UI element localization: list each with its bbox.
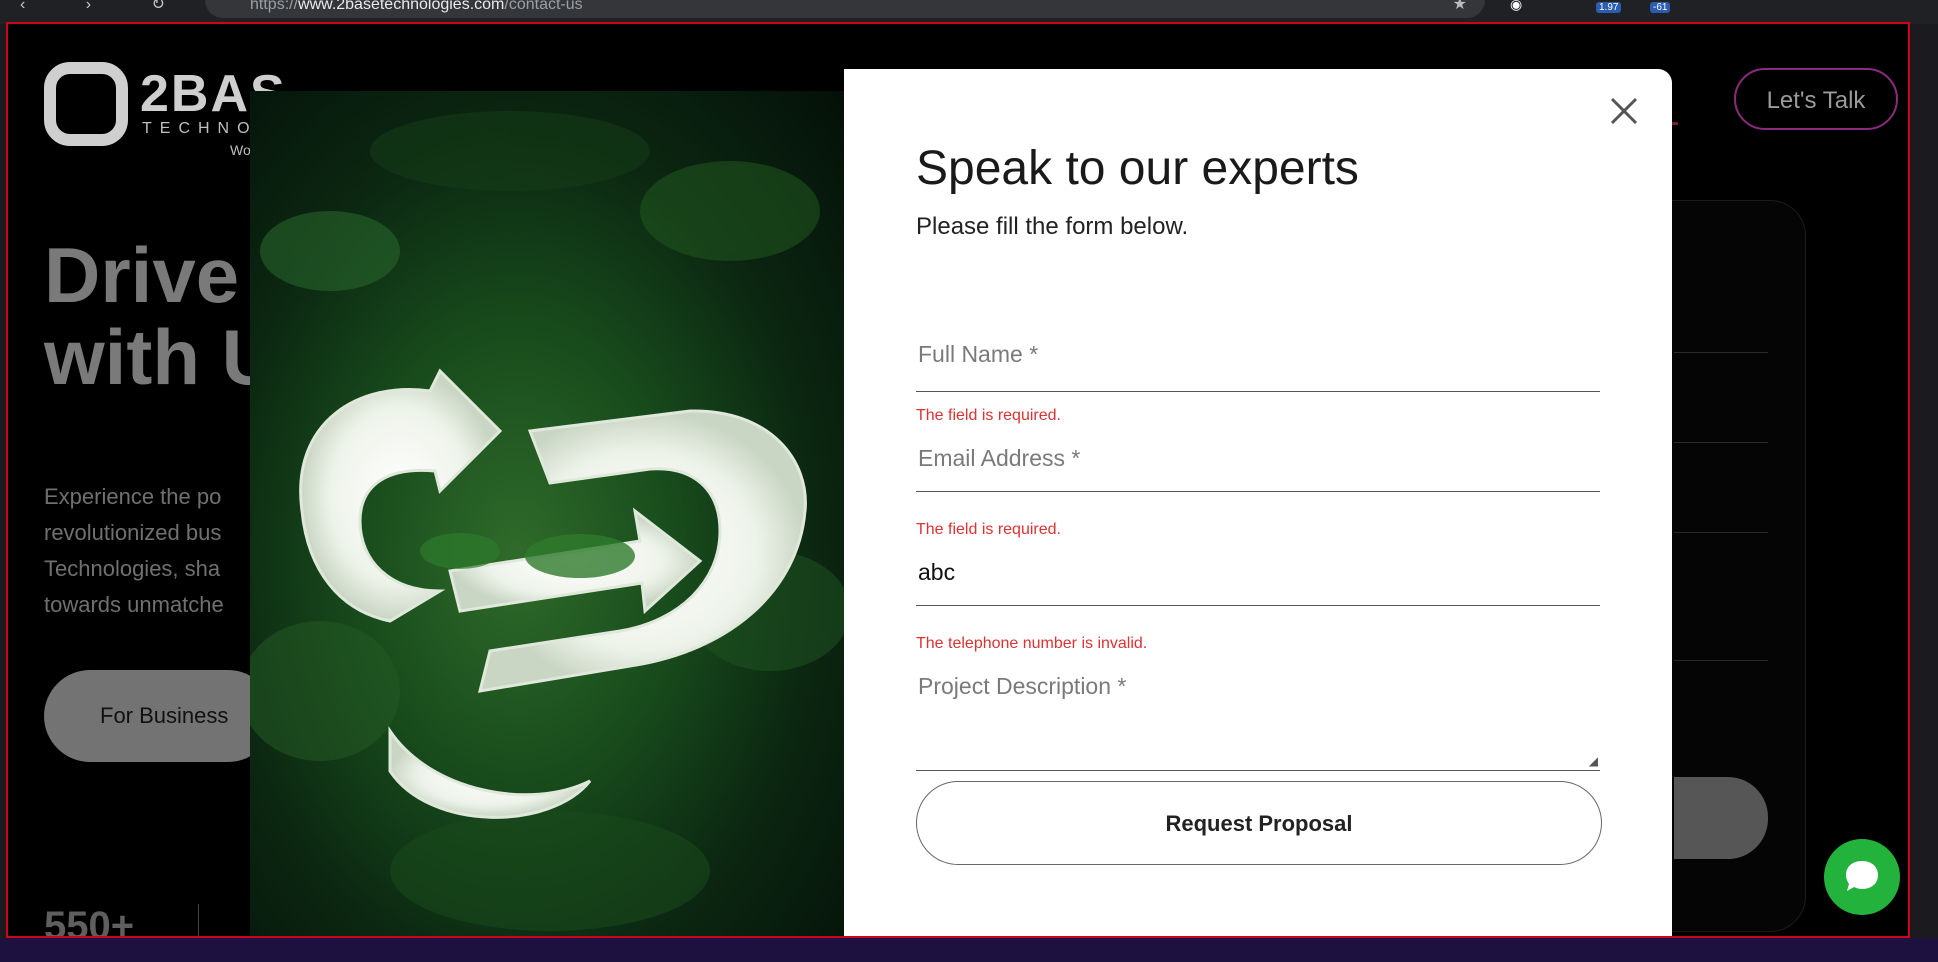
bg-form-field bbox=[1674, 352, 1768, 353]
url-text: https://www.2basetechnologies.com/contac… bbox=[250, 0, 583, 13]
extension-badge: -61 bbox=[1650, 2, 1671, 13]
for-business-button[interactable]: For Business bbox=[44, 670, 274, 762]
brand-logo-image bbox=[250, 91, 844, 936]
full-name-placeholder: Full Name * bbox=[918, 341, 1039, 367]
hero-description: Experience the po revolutionized bus Tec… bbox=[44, 484, 224, 617]
stat-divider bbox=[198, 904, 199, 936]
phone-field[interactable]: abc bbox=[916, 543, 1600, 606]
bg-form-field bbox=[1674, 442, 1768, 443]
browser-toolbar: ‹ › ↻ ⊞ https://www.2basetechnologies.co… bbox=[0, 0, 1938, 24]
resize-grip-icon[interactable]: ◢ bbox=[1589, 754, 1598, 768]
email-error: The field is required. bbox=[916, 521, 1061, 538]
lets-talk-button[interactable]: Let's Talk bbox=[1734, 68, 1898, 130]
hero-title: Drive with U bbox=[44, 231, 278, 401]
logo-mark-icon bbox=[44, 62, 128, 146]
bg-form-submit bbox=[1674, 777, 1768, 859]
phone-value: abc bbox=[918, 559, 956, 585]
bg-form-field bbox=[1674, 660, 1768, 661]
contact-modal: Speak to our experts Please fill the for… bbox=[250, 69, 1672, 936]
project-description-field[interactable]: Project Description * ◢ bbox=[916, 657, 1600, 771]
page-viewport: 2BAS TECHNOLO Wo Drive with U Experience… bbox=[6, 22, 1910, 938]
modal-title: Speak to our experts bbox=[916, 142, 1359, 195]
chat-bubble-button[interactable] bbox=[1824, 839, 1900, 915]
logo-tagline: Wo bbox=[230, 142, 251, 158]
taskbar-strip bbox=[0, 938, 1938, 962]
stat-value: 550+ bbox=[44, 904, 135, 936]
close-icon[interactable] bbox=[1604, 91, 1644, 131]
email-field[interactable]: Email Address * bbox=[916, 429, 1600, 492]
full-name-field[interactable]: Full Name * bbox=[916, 331, 1600, 392]
modal-subtitle: Please fill the form below. bbox=[916, 213, 1189, 240]
project-description-placeholder: Project Description * bbox=[918, 673, 1127, 699]
modal-form-panel: Speak to our experts Please fill the for… bbox=[844, 69, 1672, 936]
extension-badge: 1.97 bbox=[1596, 2, 1622, 13]
address-bar[interactable]: https://www.2basetechnologies.com/contac… bbox=[205, 0, 1485, 18]
full-name-error: The field is required. bbox=[916, 407, 1061, 424]
phone-error: The telephone number is invalid. bbox=[916, 635, 1148, 652]
email-placeholder: Email Address * bbox=[918, 445, 1081, 471]
bookmark-star-icon[interactable]: ★ bbox=[1453, 0, 1467, 14]
leaf-logo-illustration bbox=[250, 111, 844, 931]
extension-icon[interactable]: ◉ bbox=[1510, 0, 1522, 13]
bg-form-field bbox=[1674, 532, 1768, 533]
request-proposal-button[interactable]: Request Proposal bbox=[916, 781, 1602, 865]
chat-icon bbox=[1846, 861, 1878, 891]
